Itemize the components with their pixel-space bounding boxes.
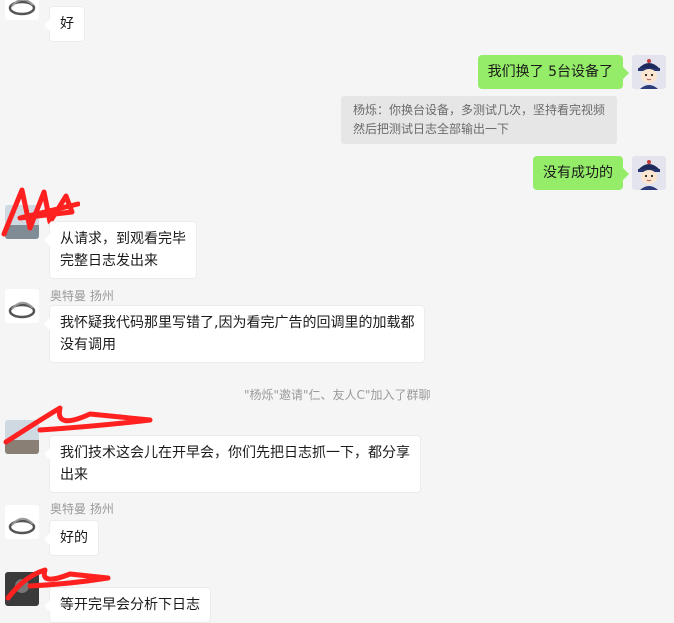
photo-avatar-icon [5, 572, 39, 606]
message-bubble[interactable]: 我怀疑我代码那里写错了,因为看完广告的回调里的加载都 没有调用 [43, 305, 426, 363]
message-bubble[interactable]: 等开完早会分析下日志 [44, 587, 211, 623]
avatar-logo[interactable] [5, 505, 39, 539]
silver-ring-logo-icon [8, 517, 36, 535]
message-bubble-self[interactable]: 我们换了 5台设备了 [477, 55, 630, 89]
avatar-logo[interactable] [5, 0, 39, 20]
photo-avatar-icon [5, 420, 39, 454]
avatar-photo[interactable] [5, 205, 39, 239]
message-text: 出来 [60, 467, 88, 483]
quote-line: 杨烁：你换台设备，多测试几次，坚持看完视频 [353, 103, 606, 117]
avatar-self[interactable] [632, 156, 666, 190]
message-bubble[interactable]: 我们技术这会儿在开早会，你们先把日志抓一下，都分享 出来 [44, 435, 421, 493]
photo-avatar-icon [5, 205, 39, 239]
message-text: 完整日志发出来 [60, 253, 158, 269]
message-text: 我怀疑我代码那里写错了,因为看完广告的回调里的加载都 [60, 315, 415, 331]
cartoon-avatar-icon [632, 156, 666, 190]
message-text: 我们技术这会儿在开早会，你们先把日志抓一下，都分享 [60, 445, 410, 461]
cartoon-avatar-icon [632, 55, 666, 89]
avatar-photo[interactable] [5, 420, 39, 454]
message-text: 好的 [60, 530, 88, 546]
sender-name: 奥特曼 扬州 [50, 502, 114, 516]
silver-ring-logo-icon [8, 0, 36, 16]
avatar-self[interactable] [632, 55, 666, 89]
quote-line: 然后把测试日志全部输出一下 [353, 122, 510, 136]
system-message: "杨烁"邀请"仁、友人C"加入了群聊 [244, 388, 431, 402]
message-text: 等开完早会分析下日志 [60, 597, 200, 613]
avatar-photo[interactable] [5, 572, 39, 606]
message-bubble[interactable]: 从请求，到观看完毕 完整日志发出来 [44, 221, 197, 279]
message-text: 从请求，到观看完毕 [60, 231, 186, 247]
sender-name: 奥特曼 扬州 [50, 289, 114, 303]
message-text: 没有调用 [60, 337, 116, 353]
avatar-logo[interactable] [5, 289, 39, 323]
silver-ring-logo-icon [8, 301, 36, 319]
message-text: 没有成功的 [543, 165, 613, 181]
message-text: 我们换了 5台设备了 [487, 64, 613, 80]
message-text: 好 [60, 16, 74, 32]
message-bubble[interactable]: 好 [44, 6, 85, 42]
quoted-reply[interactable]: 杨烁：你换台设备，多测试几次，坚持看完视频 然后把测试日志全部输出一下 [341, 96, 618, 144]
message-bubble-self[interactable]: 没有成功的 [533, 156, 629, 190]
message-bubble[interactable]: 好的 [44, 520, 99, 556]
